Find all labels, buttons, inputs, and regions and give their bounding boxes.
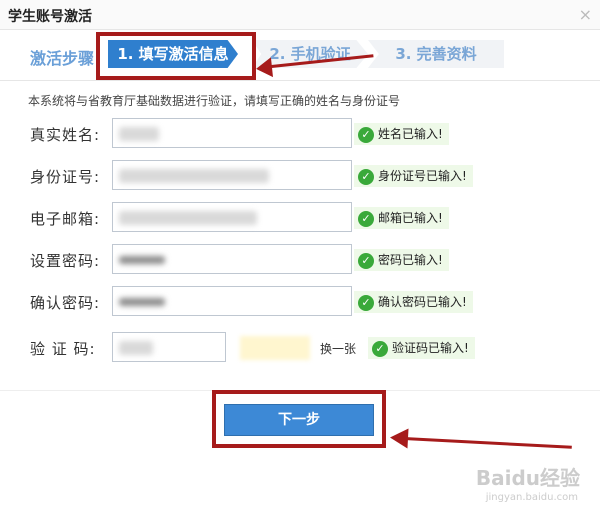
- status-badge: ✓ 验证码已输入!: [368, 337, 475, 359]
- verification-notice: 本系统将与省教育厅基础数据进行验证，请填写正确的姓名与身份证号: [28, 94, 401, 108]
- steps-label: 激活步骤: [30, 49, 95, 68]
- dialog-titlebar: 学生账号激活 ×: [0, 0, 600, 30]
- field-label: 身份证号:: [30, 168, 101, 186]
- email-input[interactable]: [112, 202, 352, 232]
- watermark-logo: Baidu经验: [475, 466, 580, 490]
- check-icon: ✓: [358, 126, 374, 143]
- id-number-input[interactable]: [112, 160, 352, 190]
- check-icon: ✓: [372, 340, 388, 357]
- status-badge: ✓ 邮箱已输入!: [354, 207, 449, 229]
- form-row-confirm-password: 确认密码: ✓ 确认密码已输入!: [0, 286, 600, 318]
- form-row-captcha: 验 证 码: 换一张 ✓ 验证码已输入!: [0, 332, 600, 364]
- form-row-email: 电子邮箱: ✓ 邮箱已输入!: [0, 202, 600, 234]
- check-icon: ✓: [358, 210, 374, 227]
- form-row-name: 真实姓名: ✓ 姓名已输入!: [0, 118, 600, 150]
- form-row-password: 设置密码: ✓ 密码已输入!: [0, 244, 600, 276]
- captcha-image[interactable]: [240, 336, 310, 360]
- field-label: 电子邮箱:: [30, 210, 101, 228]
- status-badge: ✓ 姓名已输入!: [354, 123, 449, 145]
- step-3: 3. 完善资料: [368, 40, 504, 68]
- check-icon: ✓: [358, 168, 374, 185]
- field-label: 真实姓名:: [30, 126, 101, 144]
- dialog-title: 学生账号激活: [8, 9, 92, 25]
- status-badge: ✓ 身份证号已输入!: [354, 165, 473, 187]
- password-input[interactable]: [112, 244, 352, 274]
- header-divider: [0, 80, 600, 81]
- step-annotation-box: [96, 32, 256, 80]
- status-badge: ✓ 确认密码已输入!: [354, 291, 473, 313]
- next-button[interactable]: 下一步: [224, 404, 374, 436]
- field-label: 设置密码:: [30, 252, 101, 270]
- real-name-input[interactable]: [112, 118, 352, 148]
- status-badge: ✓ 密码已输入!: [354, 249, 449, 271]
- field-label: 验 证 码:: [30, 340, 96, 358]
- close-icon[interactable]: ×: [579, 5, 592, 24]
- next-annotation-box: 下一步: [212, 390, 386, 448]
- field-label: 确认密码:: [30, 294, 101, 312]
- step-progress: 激活步骤 1. 填写激活信息 2. 手机验证 3. 完善资料: [0, 38, 600, 72]
- form-row-id: 身份证号: ✓ 身份证号已输入!: [0, 160, 600, 192]
- captcha-input[interactable]: [112, 332, 226, 362]
- watermark-url: jingyan.baidu.com: [485, 492, 578, 503]
- refresh-captcha-link[interactable]: 换一张: [320, 340, 356, 357]
- check-icon: ✓: [358, 294, 374, 311]
- check-icon: ✓: [358, 252, 374, 269]
- confirm-password-input[interactable]: [112, 286, 352, 316]
